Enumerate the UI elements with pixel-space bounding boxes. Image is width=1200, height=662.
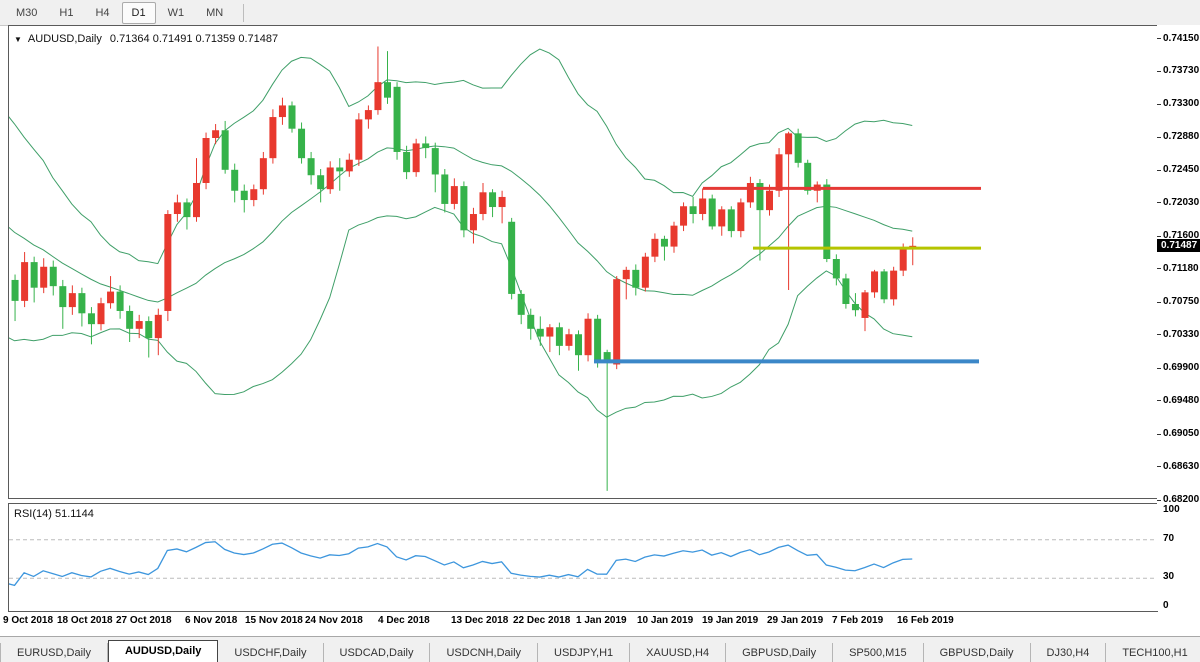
date-tick-label: 6 Nov 2018 bbox=[185, 615, 237, 626]
price-tick-label: 0.68630 bbox=[1163, 461, 1199, 472]
tab-usdchf-daily[interactable]: USDCHF,Daily bbox=[218, 643, 323, 662]
rsi-tick-label: 70 bbox=[1163, 533, 1174, 544]
symbol-tabs: EURUSD,DailyAUDUSD,DailyUSDCHF,DailyUSDC… bbox=[1, 640, 1200, 662]
tab-audusd-daily[interactable]: AUDUSD,Daily bbox=[108, 640, 218, 662]
rsi-tick-label: 30 bbox=[1163, 571, 1174, 582]
candlestick-chart[interactable] bbox=[9, 26, 1157, 498]
toolbar-separator bbox=[243, 4, 244, 22]
price-tick-label: 0.73300 bbox=[1163, 98, 1199, 109]
chart-title: ▼ AUDUSD,Daily 0.71364 0.71491 0.71359 0.7… bbox=[14, 33, 278, 45]
trading-platform-window: M30H1H4D1W1MN ▼ AUDUSD,Daily 0.71364 0.714… bbox=[0, 0, 1200, 662]
date-tick-label: 22 Dec 2018 bbox=[513, 615, 570, 626]
candles bbox=[9, 46, 916, 490]
timeframe-button-m30[interactable]: M30 bbox=[6, 2, 47, 24]
date-axis[interactable]: 9 Oct 2018 18 Oct 201827 Oct 2018 6 Nov 20… bbox=[0, 612, 1156, 634]
tab-usdjpy-h1[interactable]: USDJPY,H1 bbox=[538, 643, 630, 662]
price-tick-label: 0.69900 bbox=[1163, 362, 1199, 373]
price-tick-mark bbox=[1157, 202, 1161, 203]
rsi-chart[interactable] bbox=[9, 504, 1157, 611]
timeframe-button-d1[interactable]: D1 bbox=[122, 2, 156, 24]
date-tick-label: 7 Feb 2019 bbox=[832, 615, 883, 626]
price-tick-label: 0.70750 bbox=[1163, 296, 1199, 307]
tab-gbpusd-daily[interactable]: GBPUSD,Daily bbox=[726, 643, 833, 662]
timeframe-buttons: M30H1H4D1W1MN bbox=[6, 2, 235, 24]
ohlc-values: 0.71364 0.71491 0.71359 0.71487 bbox=[110, 33, 278, 45]
tab-usdcad-daily[interactable]: USDCAD,Daily bbox=[324, 643, 431, 662]
rsi-tick-label: 0 bbox=[1163, 600, 1169, 611]
tab-xauusd-h4[interactable]: XAUUSD,H4 bbox=[630, 643, 726, 662]
date-tick-label: 16 Feb 2019 bbox=[897, 615, 954, 626]
date-tick-label: 24 Nov 2018 bbox=[305, 615, 363, 626]
price-tick-mark bbox=[1157, 334, 1161, 335]
price-tick-label: 0.72030 bbox=[1163, 197, 1199, 208]
tab-usdcnh-daily[interactable]: USDCNH,Daily bbox=[430, 643, 538, 662]
tab-eurusd-daily[interactable]: EURUSD,Daily bbox=[1, 643, 108, 662]
symbol-label: AUDUSD,Daily bbox=[28, 33, 102, 45]
price-tick-mark bbox=[1157, 466, 1161, 467]
date-tick-label: 10 Jan 2019 bbox=[637, 615, 693, 626]
current-price-tag: 0.71487 bbox=[1157, 239, 1200, 252]
price-tick-label: 0.69480 bbox=[1163, 395, 1199, 406]
date-tick-label: 1 Jan 2019 bbox=[576, 615, 627, 626]
price-axis[interactable]: 0.74150 0.73730 0.73300 0.72880 0.72450 0.720… bbox=[1157, 25, 1200, 611]
timeframe-button-h4[interactable]: H4 bbox=[85, 2, 119, 24]
symbol-tabbar: EURUSD,DailyAUDUSD,DailyUSDCHF,DailyUSDC… bbox=[0, 636, 1200, 662]
price-tick-mark bbox=[1157, 137, 1161, 138]
price-tick-mark bbox=[1157, 400, 1161, 401]
price-tick-mark bbox=[1157, 71, 1161, 72]
price-tick-label: 0.71180 bbox=[1163, 263, 1199, 274]
price-tick-label: 0.74150 bbox=[1163, 33, 1199, 44]
price-tick-label: 0.70330 bbox=[1163, 329, 1199, 340]
price-tick-mark bbox=[1157, 236, 1161, 237]
price-tick-label: 0.72880 bbox=[1163, 131, 1199, 142]
rsi-tick-label: 100 bbox=[1163, 504, 1180, 515]
price-tick-label: 0.73730 bbox=[1163, 65, 1199, 76]
price-tick-mark bbox=[1157, 268, 1161, 269]
price-tick-mark bbox=[1157, 104, 1161, 105]
price-tick-mark bbox=[1157, 302, 1161, 303]
date-tick-label: 4 Dec 2018 bbox=[378, 615, 430, 626]
rsi-panel[interactable] bbox=[8, 503, 1158, 612]
timeframe-button-h1[interactable]: H1 bbox=[49, 2, 83, 24]
date-tick-label: 18 Oct 2018 bbox=[57, 615, 113, 626]
price-tick-mark bbox=[1157, 434, 1161, 435]
chevron-down-icon: ▼ bbox=[14, 35, 22, 44]
date-tick-label: 13 Dec 2018 bbox=[451, 615, 508, 626]
date-tick-label: 19 Jan 2019 bbox=[702, 615, 758, 626]
price-tick-label: 0.72450 bbox=[1163, 164, 1199, 175]
price-tick-mark bbox=[1157, 368, 1161, 369]
price-tick-label: 0.69050 bbox=[1163, 428, 1199, 439]
date-tick-label: 27 Oct 2018 bbox=[116, 615, 172, 626]
price-tick-mark bbox=[1157, 170, 1161, 171]
timeframe-toolbar: M30H1H4D1W1MN bbox=[0, 0, 1200, 26]
tab-sp500-m15[interactable]: SP500,M15 bbox=[833, 643, 923, 662]
tab-gbpusd-daily[interactable]: GBPUSD,Daily bbox=[924, 643, 1031, 662]
price-chart-panel[interactable] bbox=[8, 25, 1158, 499]
date-tick-label: 29 Jan 2019 bbox=[767, 615, 823, 626]
tab-dj30-h4[interactable]: DJ30,H4 bbox=[1031, 643, 1107, 662]
rsi-indicator-label: RSI(14) 51.1144 bbox=[14, 508, 94, 520]
timeframe-button-mn[interactable]: MN bbox=[196, 2, 233, 24]
date-tick-label: 15 Nov 2018 bbox=[245, 615, 303, 626]
price-tick-mark bbox=[1157, 500, 1161, 501]
date-tick-label: 9 Oct 2018 bbox=[3, 615, 53, 626]
price-tick-mark bbox=[1157, 38, 1161, 39]
timeframe-button-w1[interactable]: W1 bbox=[158, 2, 195, 24]
tab-tech100-h1[interactable]: TECH100,H1 bbox=[1106, 643, 1200, 662]
rsi-line bbox=[9, 542, 912, 586]
